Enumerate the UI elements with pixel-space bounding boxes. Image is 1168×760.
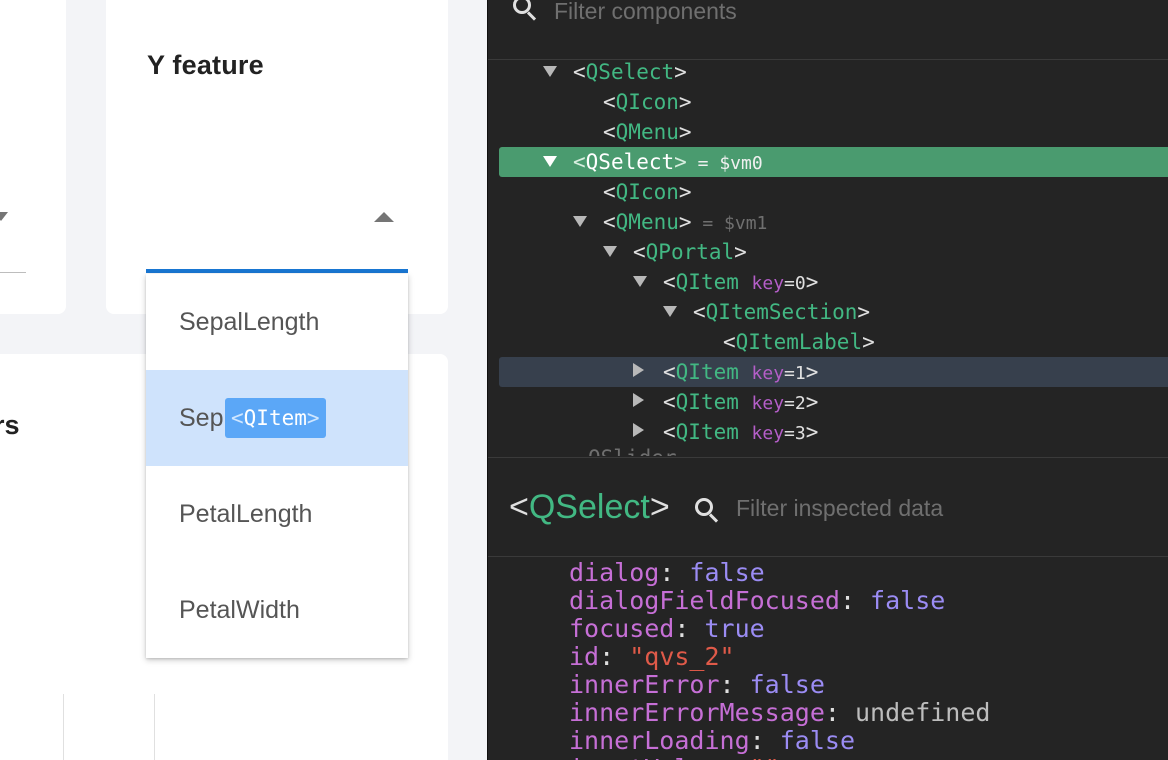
tree-row-qitem[interactable]: <QItem key=1> <box>499 357 1168 387</box>
x-feature-underline <box>0 272 26 273</box>
component-name: QItem <box>675 390 739 414</box>
menu-item-label: PetalWidth <box>179 595 300 624</box>
expand-triangle-icon[interactable] <box>633 417 644 447</box>
parameters-heading: rs <box>0 410 20 440</box>
collapse-triangle-icon[interactable] <box>633 267 647 297</box>
component-tag: <QItem key=0> <box>663 270 819 294</box>
tree-row-qselect[interactable]: <QSelect> <box>488 57 1168 87</box>
y-feature-card <box>106 0 448 314</box>
prop-row[interactable]: inputValue: "" <box>569 755 780 760</box>
tree-row-qicon[interactable]: <QIcon> <box>488 177 1168 207</box>
vue-devtools-panel: Filter components <QSelect> <QIcon> <QMenu… <box>487 0 1168 760</box>
component-tag: <QIcon> <box>603 90 692 114</box>
vm-reference: = $vm0 <box>686 153 763 174</box>
app-area: Y feature rs SepalLength Sep <QItem> Pet… <box>0 0 487 760</box>
y-feature-select-focus-underline[interactable] <box>146 269 408 273</box>
collapse-triangle-icon[interactable] <box>573 207 587 237</box>
menu-item-sepal-width[interactable]: Sep < QItem > <box>146 370 408 466</box>
component-name: QIcon <box>615 180 679 204</box>
collapse-triangle-icon[interactable] <box>603 237 617 267</box>
menu-item-petal-length[interactable]: PetalLength <box>146 466 408 562</box>
x-feature-dropdown-arrow-icon[interactable] <box>0 212 8 221</box>
search-icon <box>695 498 713 516</box>
component-tag: <QMenu> = $vm1 <box>603 210 768 234</box>
component-name: QItem <box>675 270 739 294</box>
expand-triangle-icon[interactable] <box>633 387 644 417</box>
tree-row-qmenu[interactable]: <QMenu> <box>488 117 1168 147</box>
prop-row[interactable]: innerErrorMessage: undefined <box>569 699 990 727</box>
component-name: QItemSection <box>705 300 858 324</box>
menu-item-label: SepalLength <box>179 307 320 336</box>
tree-row-qitem[interactable]: <QItem key=0> <box>488 267 1168 297</box>
component-name: QPortal <box>645 240 735 264</box>
inspected-data: dialog: false dialogFieldFocused: false fo… <box>488 557 1168 760</box>
component-name: QSelect <box>585 150 675 174</box>
collapse-triangle-icon[interactable] <box>663 297 677 327</box>
x-feature-card <box>0 0 66 314</box>
component-name: QMenu <box>615 210 679 234</box>
divider <box>63 694 64 760</box>
component-name: QMenu <box>615 120 679 144</box>
component-tag: <QPortal> <box>633 240 747 264</box>
component-name: QIcon <box>615 90 679 114</box>
y-feature-dropdown-arrow-icon[interactable] <box>374 212 394 222</box>
component-name: QItem <box>675 420 739 444</box>
prop-row[interactable]: dialog: false <box>569 559 765 587</box>
component-name: QItemLabel <box>735 330 863 354</box>
tree-row-qportal[interactable]: <QPortal> <box>488 237 1168 267</box>
y-feature-dropdown-menu: SepalLength Sep < QItem > PetalLength Peta… <box>146 274 408 658</box>
menu-item-sepal-length[interactable]: SepalLength <box>146 274 408 370</box>
expand-triangle-icon[interactable] <box>633 357 644 387</box>
component-name: QItem <box>675 360 739 384</box>
vm-reference: = $vm1 <box>691 213 768 234</box>
devtools-inspect-badge: < QItem > <box>225 398 326 438</box>
component-tag: <QMenu> <box>603 120 692 144</box>
tree-row-qitem[interactable]: <QItem key=2> <box>488 387 1168 417</box>
tree-row-qicon[interactable]: <QIcon> <box>488 87 1168 117</box>
component-tag: <QItemSection> <box>693 300 871 324</box>
collapse-triangle-icon[interactable] <box>543 57 557 87</box>
collapse-triangle-icon[interactable] <box>543 147 557 177</box>
component-tag: <QItem key=1> <box>663 360 819 384</box>
search-icon <box>513 0 531 14</box>
tree-row-qmenu[interactable]: <QMenu> = $vm1 <box>488 207 1168 237</box>
y-feature-title: Y feature <box>147 50 264 80</box>
tree-row-qselect[interactable]: <QSelect> = $vm0 <box>499 147 1168 177</box>
component-filter-bar[interactable]: Filter components <box>488 0 1168 60</box>
component-tag: <QIcon> <box>603 180 692 204</box>
component-tag: <QSelect> <box>573 60 687 84</box>
inspected-component-name: <QSelect> <box>509 488 670 526</box>
component-tag: <QItem key=2> <box>663 390 819 414</box>
prop-row[interactable]: dialogFieldFocused: false <box>569 587 945 615</box>
component-tag: <QItem key=3> <box>663 420 819 444</box>
prop-row[interactable]: innerLoading: false <box>569 727 855 755</box>
component-tag: <QItemLabel> <box>723 330 875 354</box>
menu-item-petal-width[interactable]: PetalWidth <box>146 562 408 658</box>
prop-row[interactable]: id: "qvs_2" <box>569 643 735 671</box>
menu-item-label: PetalLength <box>179 499 313 528</box>
component-tree-overflow-row: QSlider <box>488 446 1168 456</box>
tree-row-qitemsection[interactable]: <QItemSection> <box>488 297 1168 327</box>
divider <box>154 694 155 760</box>
prop-row[interactable]: innerError: false <box>569 671 825 699</box>
component-name: QSelect <box>585 60 675 84</box>
tree-row-qitemlabel[interactable]: <QItemLabel> <box>488 327 1168 357</box>
prop-row[interactable]: focused: true <box>569 615 765 643</box>
component-tree: <QSelect> <QIcon> <QMenu> <QSelect> = $vm0 <… <box>488 57 1168 456</box>
menu-item-label: Sep <box>179 403 224 432</box>
filter-inspected-input[interactable]: Filter inspected data <box>736 495 943 522</box>
tree-row-qitem[interactable]: <QItem key=3> <box>488 417 1168 447</box>
inspector-header: <QSelect> Filter inspected data <box>488 457 1168 557</box>
filter-components-input[interactable]: Filter components <box>554 0 737 25</box>
component-tag: <QSelect> = $vm0 <box>573 150 763 174</box>
